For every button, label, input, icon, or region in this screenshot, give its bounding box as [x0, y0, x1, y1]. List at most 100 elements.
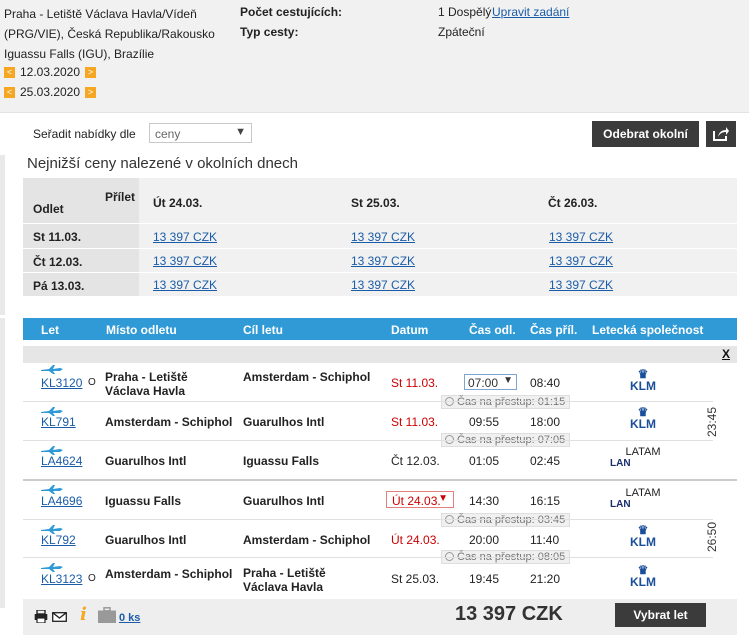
return-date-row: < 25.03.2020 >	[4, 85, 96, 99]
edit-search-link[interactable]: Upravit zadání	[492, 5, 569, 19]
close-result-button[interactable]: X	[722, 347, 730, 361]
matrix-price-link[interactable]: 13 397 CZK	[153, 230, 217, 244]
left-panel-edge	[0, 318, 5, 608]
email-icon[interactable]	[52, 612, 67, 622]
col-header-arrival-time: Čas příl.	[530, 323, 578, 337]
flight-date: St 11.03.	[391, 415, 439, 429]
info-icon[interactable]: i	[80, 604, 87, 625]
chevron-down-icon: ▼	[503, 375, 513, 386]
route-description: Praha - Letiště Václava Havla/Vídeň (PRG…	[4, 4, 232, 64]
trip-type-label: Typ cesty:	[240, 25, 299, 39]
next-date-arrow-icon[interactable]: >	[85, 86, 96, 98]
outbound-date: 12.03.2020	[19, 65, 81, 79]
departure-airport: Amsterdam - Schiphol	[105, 415, 233, 429]
print-icon[interactable]	[34, 610, 48, 623]
departure-airport: Praha - Letiště Václava Havla	[105, 370, 188, 398]
share-button[interactable]	[706, 121, 736, 147]
sort-select-value: ceny	[155, 127, 181, 141]
arrival-time: 08:40	[530, 376, 561, 390]
return-date: 25.03.2020	[19, 85, 81, 99]
departure-airport: Guarulhos Intl	[105, 533, 187, 547]
arrival-airport: Guarulhos Intl	[243, 494, 325, 508]
left-panel-edge	[0, 155, 5, 315]
col-header-flight: Let	[41, 323, 59, 337]
matrix-price-link[interactable]: 13 397 CZK	[549, 254, 613, 268]
plane-icon	[41, 485, 63, 494]
col-header-date: Datum	[391, 323, 429, 337]
matrix-divider	[23, 223, 737, 224]
flight-number-link[interactable]: KL792	[41, 533, 76, 547]
col-header-departure-time: Čas odl.	[469, 323, 516, 337]
arrival-time: 11:40	[530, 533, 560, 547]
lan-logo-icon: LAN	[610, 458, 631, 469]
flight-segment-row: KL791 Amsterdam - Schiphol Guarulhos Int…	[23, 402, 737, 440]
departure-time: 01:05	[469, 454, 500, 468]
result-close-bar: X	[23, 346, 737, 363]
col-header-airline: Letecká společnost	[592, 323, 704, 337]
airline-logo: LATAM LAN	[610, 447, 668, 470]
return-date-select[interactable]: Út 24.03. ▼	[386, 491, 454, 508]
flight-number-link[interactable]: LA4624	[41, 454, 82, 468]
departure-time-select[interactable]: 07:00 ▼	[464, 374, 517, 390]
matrix-price-link[interactable]: 13 397 CZK	[351, 254, 415, 268]
baggage-count-link[interactable]: 0 ks	[119, 612, 140, 624]
prev-date-arrow-icon[interactable]: <	[4, 86, 15, 98]
flight-number-link[interactable]: LA4696	[41, 494, 82, 508]
matrix-row-header: Čt 12.03.	[33, 255, 83, 269]
matrix-price-link[interactable]: 13 397 CZK	[153, 254, 217, 268]
matrix-price-link[interactable]: 13 397 CZK	[549, 230, 613, 244]
departure-airport: Amsterdam - Schiphol	[105, 567, 233, 581]
prev-date-arrow-icon[interactable]: <	[4, 66, 15, 78]
matrix-price-link[interactable]: 13 397 CZK	[351, 230, 415, 244]
sort-select[interactable]: ceny ▼	[149, 123, 252, 143]
airline-name: KLM	[630, 575, 656, 589]
flight-segment-row: KL3120 O Praha - Letiště Václava Havla A…	[23, 364, 737, 402]
arrival-airport: Praha - Letiště Václava Havla	[243, 566, 326, 594]
flight-number-link[interactable]: KL3120	[41, 376, 82, 390]
matrix-price-link[interactable]: 13 397 CZK	[549, 278, 613, 292]
flight-number-link[interactable]: KL3123	[41, 572, 82, 586]
nearby-price-matrix: Přílet Odlet Út 24.03. St 25.03. Čt 26.0…	[23, 178, 737, 296]
flight-date: St 11.03.	[391, 376, 439, 390]
matrix-row-header: Pá 13.03.	[33, 279, 85, 293]
matrix-price-link[interactable]: 13 397 CZK	[351, 278, 415, 292]
outbound-date-row: < 12.03.2020 >	[4, 65, 96, 79]
airline-name: KLM	[630, 379, 656, 393]
chevron-down-icon: ▼	[438, 493, 448, 504]
flight-date: Út 24.03.	[391, 533, 440, 547]
arrival-label: Přílet	[105, 190, 136, 204]
departure-time: 14:30	[469, 494, 500, 508]
arrival-time: 18:00	[530, 415, 561, 429]
select-flight-button[interactable]: Vybrat let	[615, 603, 706, 627]
departure-airport: Iguassu Falls	[105, 494, 182, 508]
departure-time: 09:55	[469, 415, 500, 429]
baggage-icon	[98, 607, 116, 623]
sort-label: Seřadit nabídky dle	[33, 127, 136, 141]
chevron-down-icon: ▼	[235, 126, 246, 138]
journey-divider	[23, 479, 737, 481]
next-date-arrow-icon[interactable]: >	[85, 66, 96, 78]
airline-logo: ♛ KLM	[618, 564, 668, 588]
flight-date: St 25.03.	[391, 572, 440, 586]
remove-nearby-days-button[interactable]: Odebrat okolní dny	[592, 121, 699, 167]
flight-segment-row: KL3123 O Amsterdam - Schiphol Praha - Le…	[23, 558, 737, 598]
search-summary: Praha - Letiště Václava Havla/Vídeň (PRG…	[0, 0, 749, 113]
airline-logo: LATAM LAN	[610, 488, 668, 511]
flight-number-link[interactable]: KL791	[41, 415, 76, 429]
matrix-divider	[23, 272, 737, 273]
matrix-row-header: St 11.03.	[33, 230, 82, 244]
passengers-label: Počet cestujících:	[240, 5, 343, 19]
departure-airport: Guarulhos Intl	[105, 454, 187, 468]
flight-segment-row: LA4696 Iguassu Falls Guarulhos Intl Út 2…	[23, 482, 737, 520]
trip-type-value: Zpáteční	[438, 25, 485, 39]
arrival-time: 21:20	[530, 572, 561, 586]
departure-time: 19:45	[469, 572, 500, 586]
matrix-col-header: St 25.03.	[351, 196, 400, 210]
total-price: 13 397 CZK	[455, 603, 563, 625]
matrix-price-link[interactable]: 13 397 CZK	[153, 278, 217, 292]
matrix-col-header: Út 24.03.	[153, 196, 203, 210]
passengers-value: 1 Dospělý	[438, 5, 492, 19]
airline-logo: ♛ KLM	[618, 406, 668, 430]
outbound-total-duration: 23:45	[705, 406, 720, 438]
route-line-1: Praha - Letiště Václava Havla/Vídeň	[4, 7, 197, 21]
